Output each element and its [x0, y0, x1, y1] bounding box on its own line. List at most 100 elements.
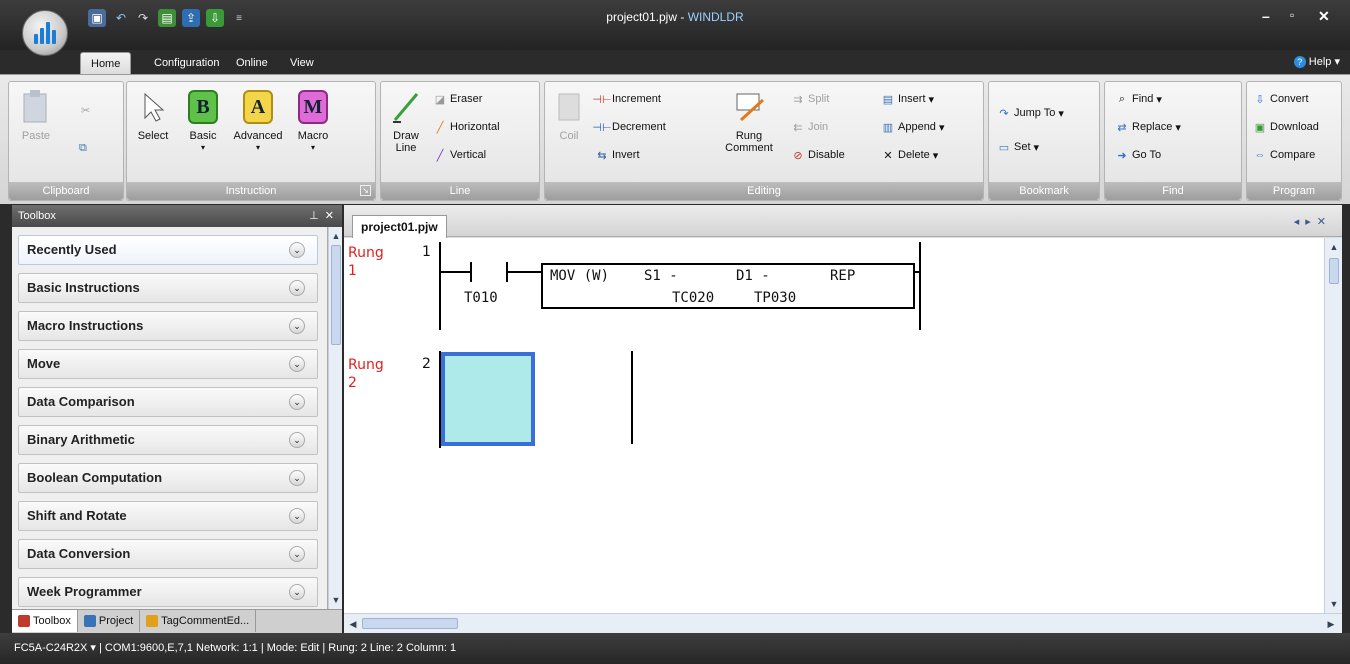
toolbox-icon — [18, 615, 30, 627]
copy-icon[interactable]: ⧉ — [79, 142, 87, 155]
toolbox-category-boolean-computation[interactable]: Boolean Computation ⌄ — [18, 463, 318, 493]
close-document-icon[interactable]: ✕ — [1317, 216, 1332, 228]
pen-icon — [389, 88, 423, 126]
rung-label: Rung 2 — [348, 357, 384, 391]
help-menu[interactable]: ? Help ▾ — [1293, 55, 1340, 68]
scroll-thumb[interactable] — [362, 618, 458, 629]
instruction-name: MOV (W) — [550, 268, 610, 284]
title-bar: ▣ ↶ ↷ ▤ ⇪ ⇩ ≡ project01.pjw - WINDLDR – … — [0, 0, 1350, 56]
dialog-launcher-icon[interactable]: ↘ — [360, 185, 371, 196]
binoculars-icon: ⌕ — [1118, 92, 1126, 105]
group-bookmark: ↷ Jump To ▾ ▭ Set ▾ Bookmark — [988, 81, 1100, 201]
toolbox-scrollbar[interactable]: ▲ ▼ — [328, 227, 342, 609]
tab-project[interactable]: Project — [78, 610, 141, 632]
toolbox-category-macro-instructions[interactable]: Macro Instructions ⌄ — [18, 311, 318, 341]
toolbox-category-data-conversion[interactable]: Data Conversion ⌄ — [18, 539, 318, 569]
paste-button[interactable]: Paste — [19, 88, 53, 142]
tab-home[interactable]: Home — [80, 52, 132, 74]
coil-button[interactable]: Coil — [551, 88, 587, 142]
tab-project01[interactable]: project01.pjw — [352, 215, 447, 238]
tab-online[interactable]: Online — [226, 52, 278, 74]
toolbox-category-data-comparison[interactable]: Data Comparison ⌄ — [18, 387, 318, 417]
chevron-down-icon: ⌄ — [289, 432, 305, 448]
scroll-thumb[interactable] — [331, 245, 341, 345]
toolbox-header: Toolbox ⊥ ✕ — [12, 205, 342, 227]
tab-tag-comment-editor[interactable]: TagCommentEd... — [140, 610, 257, 632]
convert-button[interactable]: ⇩ Convert — [1253, 92, 1308, 106]
contact-operand: T010 — [464, 290, 498, 306]
toolbox-category-binary-arithmetic[interactable]: Binary Arithmetic ⌄ — [18, 425, 318, 455]
draw-line-button[interactable]: Draw Line — [387, 88, 425, 154]
toolbox-category-move[interactable]: Move ⌄ — [18, 349, 318, 379]
minimize-icon[interactable]: – — [1262, 8, 1270, 24]
compare-button[interactable]: ⇔ Compare — [1253, 148, 1316, 162]
tab-right-icon[interactable]: ▸ — [1305, 216, 1317, 228]
invert-button[interactable]: ⇆ Invert — [595, 148, 639, 162]
tab-view[interactable]: View — [280, 52, 324, 74]
maximize-icon[interactable]: ▫ — [1290, 8, 1294, 22]
chevron-down-icon: ⌄ — [289, 356, 305, 372]
tab-configuration[interactable]: Configuration — [144, 52, 229, 74]
jump-to-icon: ↷ — [999, 107, 1009, 120]
scroll-down-icon[interactable]: ▼ — [1327, 597, 1341, 611]
set-bookmark-button[interactable]: ▭ Set ▾ — [997, 140, 1039, 154]
decrement-button[interactable]: ⊣⊢ Decrement — [592, 120, 665, 134]
scroll-right-icon[interactable]: ▶ — [1324, 617, 1338, 631]
jump-to-button[interactable]: ↷ Jump To ▾ — [997, 106, 1064, 120]
vertical-line-icon: ╱ — [436, 149, 444, 162]
scroll-left-icon[interactable]: ◀ — [346, 617, 360, 631]
increment-button[interactable]: ⊣⊢ Increment — [592, 92, 661, 106]
replace-button[interactable]: ⇄ Replace ▾ — [1115, 120, 1181, 134]
tab-toolbox[interactable]: Toolbox — [12, 610, 78, 632]
delete-button[interactable]: ✕ Delete ▾ — [881, 148, 938, 162]
editor-horizontal-scrollbar[interactable]: ◀ ▶ — [344, 613, 1342, 633]
eraser-button[interactable]: ◪ Eraser — [433, 92, 483, 106]
split-button[interactable]: ⇉ Split — [791, 92, 829, 106]
advanced-button[interactable]: A Advanced ▾ — [231, 88, 285, 154]
replace-icon: ⇄ — [1117, 121, 1127, 134]
cut-icon[interactable]: ✂ — [81, 104, 90, 117]
disable-button[interactable]: ⊘ Disable — [791, 148, 844, 162]
insert-button[interactable]: ▤ Insert ▾ — [881, 92, 934, 106]
decrement-icon: ⊣⊢ — [592, 121, 612, 134]
d1-label: D1 - — [736, 268, 770, 284]
pin-icon[interactable]: ⊥ — [309, 210, 319, 222]
append-button[interactable]: ▥ Append ▾ — [881, 120, 945, 134]
rung-comment-button[interactable]: Rung Comment — [721, 88, 777, 154]
toolbox-category-shift-and-rotate[interactable]: Shift and Rotate ⌄ — [18, 501, 318, 531]
scroll-thumb[interactable] — [1329, 258, 1339, 284]
ladder-editor[interactable]: Rung 1 1 T010 MOV (W) S1 - TC020 D1 - TP… — [344, 238, 1324, 613]
macro-button[interactable]: M Macro ▾ — [291, 88, 335, 154]
app-logo-button[interactable] — [22, 10, 68, 56]
logo-icon — [34, 22, 56, 44]
download-icon: ▣ — [1254, 121, 1266, 134]
find-button[interactable]: ⌕ Find ▾ — [1115, 92, 1162, 106]
go-to-button[interactable]: ➜ Go To — [1115, 148, 1161, 162]
tab-left-icon[interactable]: ◂ — [1294, 216, 1306, 228]
download-button[interactable]: ▣ Download — [1253, 120, 1319, 134]
compare-icon: ⇔ — [1254, 149, 1266, 161]
scroll-up-icon[interactable]: ▲ — [329, 229, 343, 243]
close-icon[interactable]: ✕ — [1318, 8, 1330, 25]
horizontal-button[interactable]: ╱ Horizontal — [433, 120, 500, 134]
close-panel-icon[interactable]: ✕ — [325, 210, 334, 222]
scroll-down-icon[interactable]: ▼ — [329, 593, 343, 607]
basic-button[interactable]: B Basic ▾ — [183, 88, 223, 154]
help-icon: ? — [1293, 56, 1306, 68]
toolbox-category-basic-instructions[interactable]: Basic Instructions ⌄ — [18, 273, 318, 303]
toolbox-category-week-programmer[interactable]: Week Programmer ⌄ — [18, 577, 318, 607]
group-find: ⌕ Find ▾ ⇄ Replace ▾ ➜ Go To Find — [1104, 81, 1242, 201]
toolbox-category-recently-used[interactable]: Recently Used ⌄ — [18, 235, 318, 265]
scroll-up-icon[interactable]: ▲ — [1327, 240, 1341, 254]
select-button[interactable]: Select — [133, 88, 173, 142]
join-icon: ⇇ — [793, 121, 803, 134]
s1-operand: TC020 — [672, 290, 715, 306]
group-editing: Coil ⊣⊢ Increment ⊣⊢ Decrement ⇆ Invert Run… — [544, 81, 984, 201]
editor-vertical-scrollbar[interactable]: ▲ ▼ — [1324, 238, 1342, 613]
vertical-button[interactable]: ╱ Vertical — [433, 148, 486, 162]
horizontal-line-icon: ╱ — [436, 121, 444, 134]
chevron-down-icon: ⌄ — [289, 280, 305, 296]
chevron-down-icon: ⌄ — [289, 584, 305, 600]
join-button[interactable]: ⇇ Join — [791, 120, 828, 134]
program-footer: Program — [1247, 182, 1341, 200]
